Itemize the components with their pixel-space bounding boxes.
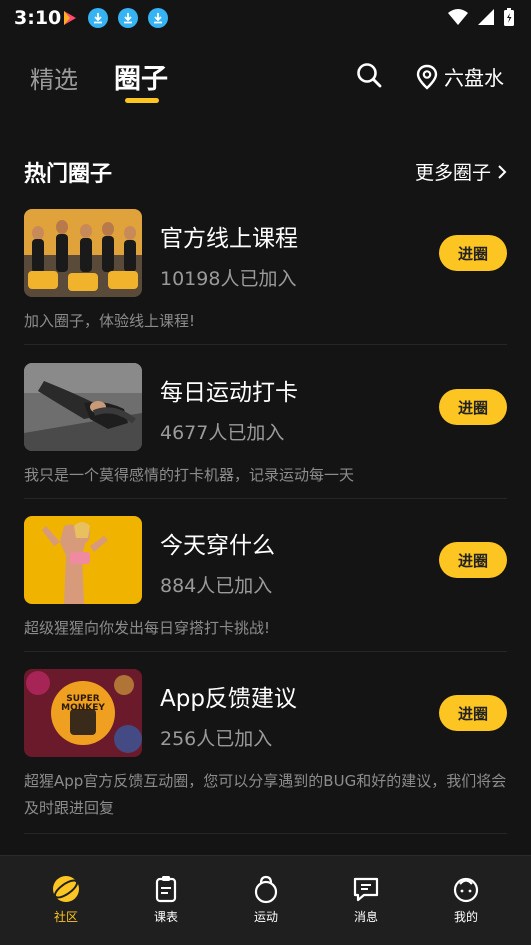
circle-description: 加入圈子，体验线上课程!	[24, 312, 196, 330]
status-bar: 3:10	[0, 0, 531, 36]
notification-icons	[62, 8, 168, 28]
circle-list-item[interactable]: 今天穿什么 884人已加入 进圈 超级猩猩向你发出每日穿搭打卡挑战!	[24, 516, 507, 652]
tab-community-label: 社区	[53, 910, 78, 924]
circle-name: 今天穿什么	[160, 533, 275, 559]
circle-list-item[interactable]: 每日运动打卡 4677人已加入 进圈 我只是一个莫得感情的打卡机器，记录运动每一…	[24, 363, 507, 499]
circle-list-item[interactable]: 官方线上课程 10198人已加入 进圈 加入圈子，体验线上课程!	[24, 209, 507, 345]
join-circle-button[interactable]: 进圈	[439, 235, 507, 271]
wifi-icon	[448, 9, 468, 25]
battery-icon	[504, 8, 514, 26]
tab-community[interactable]: 社区	[31, 874, 101, 925]
circle-thumbnail	[24, 363, 142, 451]
circle-thumbnail	[24, 209, 142, 297]
circle-thumbnail	[24, 516, 142, 604]
chat-bubble-icon	[351, 874, 381, 904]
download-icon	[148, 8, 168, 28]
divider	[24, 651, 507, 652]
active-tab-indicator	[125, 98, 159, 103]
location-selector[interactable]: 六盘水	[416, 62, 504, 91]
search-icon[interactable]	[356, 62, 382, 88]
location-label: 六盘水	[444, 66, 504, 90]
circle-name: 每日运动打卡	[160, 380, 298, 406]
download-icon	[88, 8, 108, 28]
more-circles-link[interactable]: 更多圈子	[415, 158, 507, 185]
divider	[24, 498, 507, 499]
section-title: 热门圈子	[24, 162, 113, 187]
system-icons	[447, 7, 515, 27]
logo-text-monkey: MONKEY	[61, 703, 105, 713]
download-icon	[118, 8, 138, 28]
tab-messages-label: 消息	[353, 910, 378, 924]
signal-icon	[478, 9, 494, 25]
tab-featured[interactable]: 精选	[30, 60, 78, 95]
tab-messages[interactable]: 消息	[331, 874, 401, 925]
bottom-navigation: 社区 课表 运动 消息 我的	[0, 855, 531, 945]
clipboard-icon	[151, 874, 181, 904]
circle-member-count: 10198人已加入	[160, 268, 297, 290]
kettlebell-icon	[251, 874, 281, 904]
circle-description: 我只是一个莫得感情的打卡机器，记录运动每一天	[24, 466, 355, 484]
circle-description: 超猩App官方反馈互动圈，您可以分享遇到的BUG和好的建议，我们将会及时跟进回复	[24, 772, 507, 817]
status-time: 3:10	[14, 7, 62, 29]
circle-member-count: 256人已加入	[160, 728, 273, 750]
circle-member-count: 4677人已加入	[160, 422, 285, 444]
join-circle-button[interactable]: 进圈	[439, 389, 507, 425]
tab-schedule-label: 课表	[153, 910, 178, 924]
tab-circles[interactable]: 圈子	[114, 57, 168, 96]
divider	[24, 833, 507, 834]
tab-profile-label: 我的	[453, 910, 478, 924]
location-pin-icon	[416, 64, 438, 90]
tab-sports[interactable]: 运动	[231, 874, 301, 925]
join-circle-button[interactable]: 进圈	[439, 695, 507, 731]
join-circle-button[interactable]: 进圈	[439, 542, 507, 578]
circle-name: 官方线上课程	[160, 226, 298, 252]
circle-name: App反馈建议	[160, 686, 297, 712]
chevron-right-icon	[498, 164, 507, 179]
divider	[24, 344, 507, 345]
community-icon	[51, 874, 81, 904]
circle-member-count: 884人已加入	[160, 575, 273, 597]
circle-description: 超级猩猩向你发出每日穿搭打卡挑战!	[24, 619, 271, 637]
more-circles-label: 更多圈子	[414, 162, 491, 184]
profile-icon	[451, 874, 481, 904]
circle-thumbnail: SUPER MONKEY	[24, 669, 142, 757]
circle-list-item[interactable]: SUPER MONKEY App反馈建议 256人已加入 进圈 超猩App官方反…	[24, 669, 507, 834]
top-navigation: 精选 圈子 六盘水	[0, 52, 531, 112]
tab-schedule[interactable]: 课表	[131, 874, 201, 925]
play-icon	[64, 11, 76, 25]
tab-sports-label: 运动	[253, 910, 278, 924]
tab-profile[interactable]: 我的	[431, 874, 501, 925]
